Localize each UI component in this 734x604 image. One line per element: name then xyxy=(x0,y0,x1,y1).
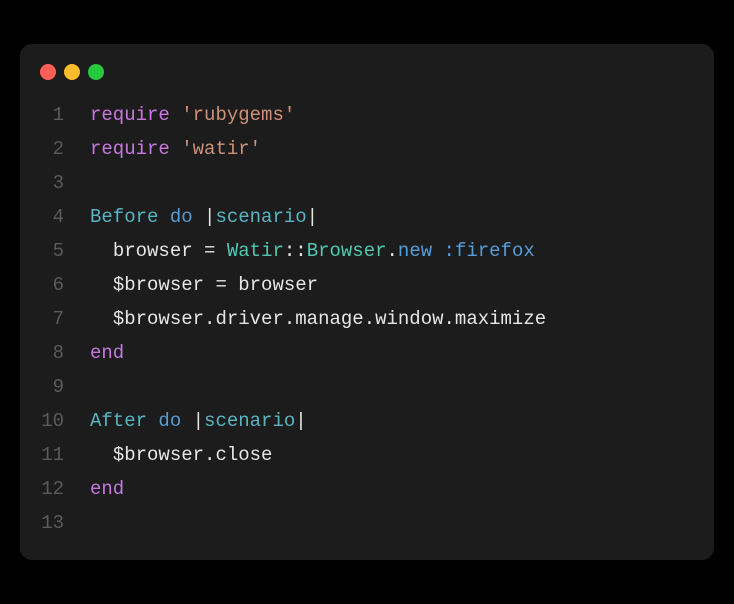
token-global: $browser xyxy=(113,444,204,466)
token-keyword: end xyxy=(90,342,124,364)
line-number: 7 xyxy=(20,302,90,336)
code-line: 6 $browser = browser xyxy=(20,268,714,302)
token-punct: | xyxy=(193,410,204,432)
token-class: Watir xyxy=(227,240,284,262)
token-space xyxy=(181,410,192,432)
token-param: scenario xyxy=(204,410,295,432)
code-line: 13 xyxy=(20,506,714,540)
code-line: 11 $browser.close xyxy=(20,438,714,472)
line-number: 5 xyxy=(20,234,90,268)
token-method: driver xyxy=(215,308,283,330)
code-line: 3 xyxy=(20,166,714,200)
token-punct: . xyxy=(284,308,295,330)
code-content: require 'watir' xyxy=(90,132,261,166)
code-line: 10 After do |scenario| xyxy=(20,404,714,438)
maximize-icon[interactable] xyxy=(88,64,104,80)
code-content: $browser = browser xyxy=(90,268,318,302)
token-space xyxy=(158,206,169,228)
token-punct: | xyxy=(295,410,306,432)
code-content: browser = Watir::Browser.new :firefox xyxy=(90,234,535,268)
token-method: window xyxy=(375,308,443,330)
token-indent xyxy=(90,444,113,466)
token-global: $browser xyxy=(113,308,204,330)
token-keyword: end xyxy=(90,478,124,500)
line-number: 2 xyxy=(20,132,90,166)
code-content: After do |scenario| xyxy=(90,404,307,438)
token-symbol: :firefox xyxy=(444,240,535,262)
code-line: 5 browser = Watir::Browser.new :firefox xyxy=(20,234,714,268)
token-punct: :: xyxy=(284,240,307,262)
token-var: browser xyxy=(238,274,318,296)
token-indent xyxy=(90,308,113,330)
line-number: 11 xyxy=(20,438,90,472)
token-keyword: do xyxy=(158,410,181,432)
token-string: 'rubygems' xyxy=(181,104,295,126)
code-line: 9 xyxy=(20,370,714,404)
line-number: 13 xyxy=(20,506,90,540)
code-content: end xyxy=(90,472,124,506)
token-space xyxy=(193,206,204,228)
token-var: browser xyxy=(113,240,193,262)
token-space xyxy=(227,274,238,296)
token-space xyxy=(215,240,226,262)
token-op: = xyxy=(204,240,215,262)
token-param: scenario xyxy=(215,206,306,228)
token-space xyxy=(204,274,215,296)
code-content: end xyxy=(90,336,124,370)
token-indent xyxy=(90,240,113,262)
code-line: 8 end xyxy=(20,336,714,370)
editor-window: 1 require 'rubygems' 2 require 'watir' 3… xyxy=(20,44,714,560)
token-punct: . xyxy=(204,444,215,466)
line-number: 1 xyxy=(20,98,90,132)
code-content: require 'rubygems' xyxy=(90,98,295,132)
line-number: 9 xyxy=(20,370,90,404)
code-line: 2 require 'watir' xyxy=(20,132,714,166)
line-number: 12 xyxy=(20,472,90,506)
token-punct: . xyxy=(387,240,398,262)
token-space xyxy=(193,240,204,262)
minimize-icon[interactable] xyxy=(64,64,80,80)
line-number: 4 xyxy=(20,200,90,234)
token-punct: . xyxy=(444,308,455,330)
token-space xyxy=(170,138,181,160)
token-punct: | xyxy=(307,206,318,228)
code-line: 12 end xyxy=(20,472,714,506)
code-line: 1 require 'rubygems' xyxy=(20,98,714,132)
token-identifier: Before xyxy=(90,206,158,228)
token-new: new xyxy=(398,240,432,262)
token-global: $browser xyxy=(113,274,204,296)
code-area: 1 require 'rubygems' 2 require 'watir' 3… xyxy=(20,98,714,540)
line-number: 8 xyxy=(20,336,90,370)
token-space xyxy=(147,410,158,432)
code-content: Before do |scenario| xyxy=(90,200,318,234)
token-space xyxy=(432,240,443,262)
token-space xyxy=(170,104,181,126)
close-icon[interactable] xyxy=(40,64,56,80)
line-number: 6 xyxy=(20,268,90,302)
token-string: 'watir' xyxy=(181,138,261,160)
token-keyword: do xyxy=(170,206,193,228)
code-line: 4 Before do |scenario| xyxy=(20,200,714,234)
titlebar xyxy=(20,64,714,98)
token-method: manage xyxy=(295,308,363,330)
code-content: $browser.close xyxy=(90,438,272,472)
token-punct: | xyxy=(204,206,215,228)
token-method: close xyxy=(215,444,272,466)
token-identifier: After xyxy=(90,410,147,432)
token-class: Browser xyxy=(307,240,387,262)
token-method: maximize xyxy=(455,308,546,330)
token-keyword: require xyxy=(90,138,170,160)
token-punct: . xyxy=(364,308,375,330)
token-punct: . xyxy=(204,308,215,330)
code-content: $browser.driver.manage.window.maximize xyxy=(90,302,546,336)
token-keyword: require xyxy=(90,104,170,126)
line-number: 10 xyxy=(20,404,90,438)
line-number: 3 xyxy=(20,166,90,200)
token-indent xyxy=(90,274,113,296)
code-line: 7 $browser.driver.manage.window.maximize xyxy=(20,302,714,336)
token-op: = xyxy=(215,274,226,296)
